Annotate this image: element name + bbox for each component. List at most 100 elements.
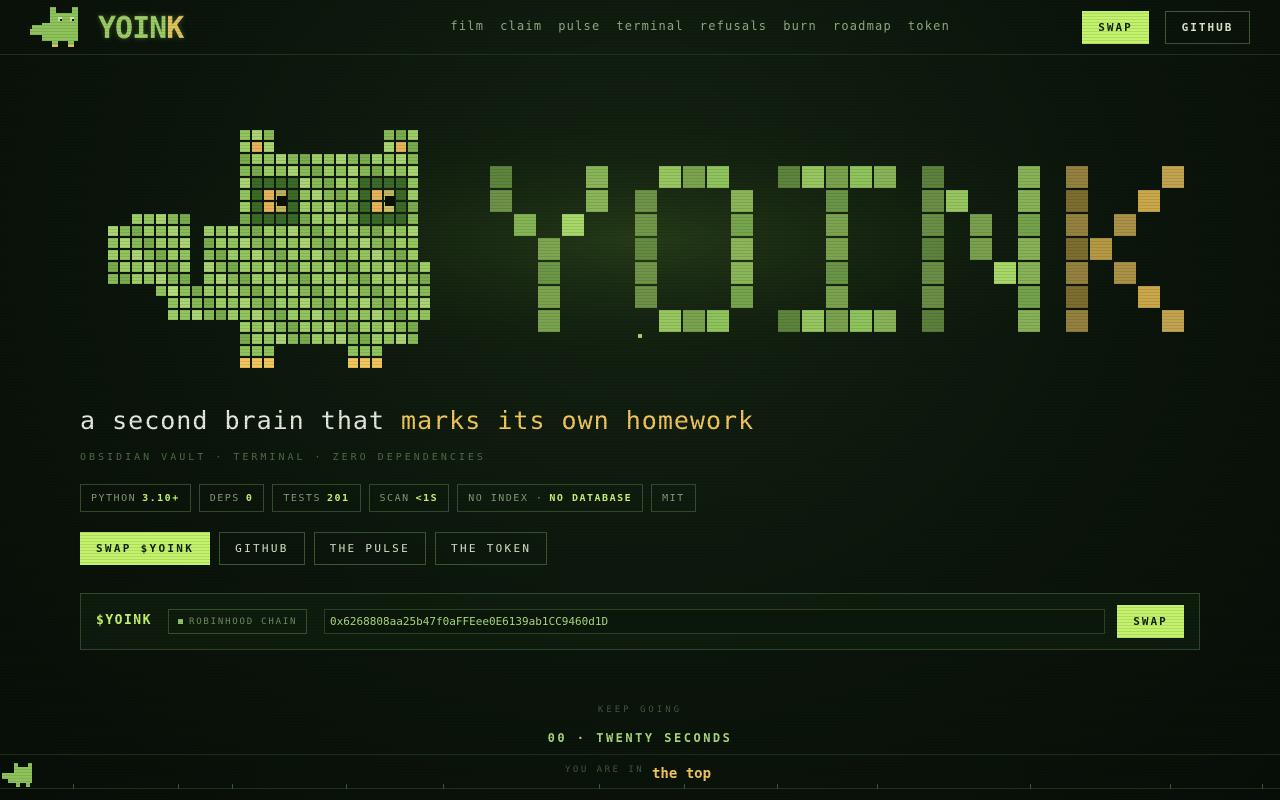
- cat-pixel: [264, 310, 274, 320]
- nav-link-terminal[interactable]: terminal: [616, 19, 683, 33]
- cat-pixel: [264, 238, 274, 248]
- the-pulse-button[interactable]: THE PULSE: [313, 532, 427, 565]
- cat-pixel: [300, 154, 310, 164]
- cat-pixel: [420, 274, 430, 284]
- cat-pixel: [240, 298, 250, 308]
- nav-github-button[interactable]: GITHUB: [1165, 11, 1250, 44]
- cat-pixel: [372, 310, 382, 320]
- nav-link-roadmap[interactable]: roadmap: [833, 19, 892, 33]
- cat-pixel: [108, 262, 118, 272]
- cat-pixel: [372, 298, 382, 308]
- nav-link-burn[interactable]: burn: [783, 19, 817, 33]
- eye-patch-pixel: [288, 190, 298, 200]
- cat-pixel: [348, 226, 358, 236]
- wordmark-pixel: [826, 262, 848, 284]
- cat-pixel: [420, 310, 430, 320]
- cat-pixel: [240, 310, 250, 320]
- cat-pixel: [360, 166, 370, 176]
- cat-pixel: [276, 262, 286, 272]
- cat-pixel: [180, 226, 190, 236]
- cat-pixel: [300, 262, 310, 272]
- wordmark-pixel: [874, 310, 896, 332]
- cat-pixel: [108, 274, 118, 284]
- cat-pixel: [348, 310, 358, 320]
- eye-patch-pixel: [360, 178, 370, 188]
- paw-pixel: [240, 358, 250, 368]
- wordmark-pixel: [778, 166, 800, 188]
- cat-pixel: [216, 226, 226, 236]
- cat-pixel: [252, 238, 262, 248]
- cat-pixel: [336, 154, 346, 164]
- eye-pixel: [264, 202, 274, 212]
- contract-address-field[interactable]: [324, 609, 1105, 634]
- cat-pixel: [216, 298, 226, 308]
- paw-pixel: [252, 358, 262, 368]
- nav-link-refusals[interactable]: refusals: [700, 19, 767, 33]
- cat-pixel: [228, 238, 238, 248]
- wordmark-pixel: [635, 238, 657, 260]
- token-swap-button[interactable]: SWAP: [1117, 605, 1184, 638]
- wordmark-pixel: [802, 166, 824, 188]
- wordmark-pixel: [1138, 190, 1160, 212]
- cat-pixel: [276, 250, 286, 260]
- wordmark-pixel: [1018, 214, 1040, 236]
- cat-pixel: [324, 274, 334, 284]
- cat-pixel: [336, 166, 346, 176]
- cat-pixel: [336, 178, 346, 188]
- cat-pixel: [264, 250, 274, 260]
- cat-pixel: [216, 274, 226, 284]
- cat-pixel: [300, 238, 310, 248]
- eye-patch-pixel: [288, 202, 298, 212]
- current-section: the top: [652, 766, 712, 782]
- nav-link-token[interactable]: token: [908, 19, 950, 33]
- wordmark-pixel: [707, 166, 729, 188]
- the-token-button[interactable]: THE TOKEN: [435, 532, 548, 565]
- cat-pixel: [348, 190, 358, 200]
- nav-link-claim[interactable]: claim: [500, 19, 542, 33]
- cat-pixel: [360, 274, 370, 284]
- cat-pixel: [132, 238, 142, 248]
- wordmark-pixel: [826, 190, 848, 212]
- swap-yoink-button[interactable]: SWAP $YOINK: [80, 532, 211, 565]
- cat-pixel: [408, 250, 418, 260]
- cat-pixel: [384, 166, 394, 176]
- cat-pixel: [324, 250, 334, 260]
- cat-pixel: [108, 238, 118, 248]
- cat-pixel: [240, 142, 250, 152]
- wordmark-pixel: [1018, 286, 1040, 308]
- tick-mark: [73, 784, 74, 789]
- eye-pixel: [372, 190, 382, 200]
- cat-pixel: [144, 238, 154, 248]
- nav-swap-button[interactable]: SWAP: [1082, 11, 1149, 44]
- brand-logo[interactable]: YOINK: [30, 7, 184, 49]
- wordmark-pixel: [731, 286, 753, 308]
- cat-pixel: [312, 262, 322, 272]
- leg-pixel: [252, 346, 262, 356]
- github-button[interactable]: GITHUB: [219, 532, 305, 565]
- cat-pixel: [204, 310, 214, 320]
- cat-pixel: [360, 250, 370, 260]
- cat-pixel: [396, 130, 406, 140]
- cat-pixel: [252, 322, 262, 332]
- cat-pixel: [228, 262, 238, 272]
- wordmark-pixel: [731, 262, 753, 284]
- cat-pixel: [312, 214, 322, 224]
- wordmark-pixel: [1066, 286, 1088, 308]
- cat-pixel: [180, 286, 190, 296]
- cat-pixel: [348, 166, 358, 176]
- cat-pixel: [360, 322, 370, 332]
- eye-patch-pixel: [360, 202, 370, 212]
- nav-link-film[interactable]: film: [450, 19, 484, 33]
- cat-pixel: [336, 226, 346, 236]
- cat-pixel: [216, 286, 226, 296]
- cat-pixel: [384, 142, 394, 152]
- cat-pixel: [396, 262, 406, 272]
- cat-pixel: [384, 238, 394, 248]
- cat-pixel: [372, 166, 382, 176]
- wordmark-pixel: [635, 286, 657, 308]
- wordmark-pixel: [970, 214, 992, 236]
- wordmark-pixel: [586, 166, 608, 188]
- nav-link-pulse[interactable]: pulse: [558, 19, 600, 33]
- wordmark-pixel: [538, 310, 560, 332]
- cat-pixel: [408, 202, 418, 212]
